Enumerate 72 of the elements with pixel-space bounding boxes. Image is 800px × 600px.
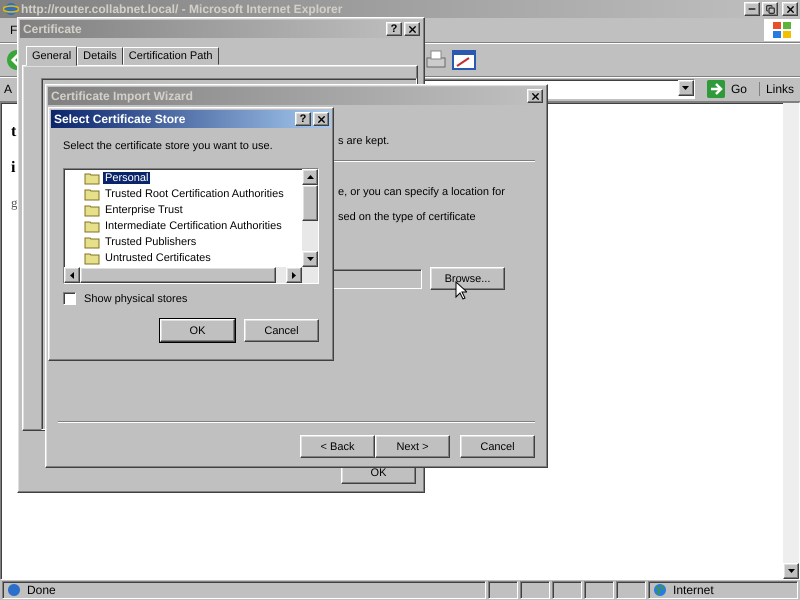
scroll-thumb[interactable] [80, 267, 276, 283]
cursor-icon [455, 281, 467, 300]
browser-logo-icon [3, 1, 19, 17]
links-label[interactable]: Links [758, 82, 800, 96]
scroll-down-icon [788, 569, 794, 573]
windows-logo-icon [764, 19, 800, 41]
close-button[interactable] [782, 2, 798, 16]
tree-item[interactable]: Trusted Publishers [84, 234, 302, 250]
dialog-title: Certificate [23, 22, 83, 36]
arrow-icon [706, 80, 725, 98]
globe-icon [653, 583, 667, 597]
tab[interactable]: Details [77, 47, 123, 65]
dialog-title: Select Certificate Store [54, 112, 186, 126]
window-title: http://router.collabnet.local/ - Microsoft Internet Explorer [21, 2, 344, 16]
next-button[interactable]: Next > [375, 435, 450, 458]
page-text: t [11, 123, 16, 141]
page-icon [7, 583, 21, 597]
help-button[interactable]: ? [295, 112, 311, 126]
browse-button[interactable]: Browse... [430, 267, 505, 290]
cancel-button[interactable]: Cancel [460, 435, 535, 458]
prompt-text: Select the certificate store you want to use. [63, 140, 274, 152]
folder-icon [84, 188, 100, 200]
scroll-down-button[interactable] [302, 251, 318, 267]
close-button[interactable] [527, 89, 543, 103]
close-icon [784, 4, 796, 14]
close-icon [406, 24, 418, 34]
page-link[interactable]: g [11, 195, 18, 211]
ok-button[interactable]: OK [160, 319, 235, 342]
page-text: i [11, 159, 16, 177]
wizard-text: s are kept. [338, 135, 390, 147]
right-arrow-icon [292, 272, 296, 278]
restore-icon [766, 4, 774, 14]
tree-item[interactable]: Untrusted Certificates [84, 250, 302, 266]
restore-button[interactable] [762, 2, 778, 16]
wizard-text: sed on the type of certificate [338, 211, 477, 223]
menu-item[interactable]: F [10, 23, 18, 37]
folder-icon [84, 172, 100, 184]
tree-item[interactable]: Intermediate Certification Authorities [84, 218, 302, 234]
close-icon [530, 90, 540, 102]
cancel-button[interactable]: Cancel [244, 319, 319, 342]
up-arrow-icon [306, 175, 314, 179]
zone-text: Internet [673, 583, 714, 597]
checkbox-label[interactable]: Show physical stores [84, 292, 188, 304]
tab[interactable]: Certification Path [122, 47, 219, 65]
tree-item[interactable]: Personal [84, 170, 302, 186]
left-arrow-icon [70, 272, 74, 278]
down-arrow-icon [306, 257, 314, 261]
folder-icon [84, 204, 100, 216]
dialog-title: Certificate Import Wizard [51, 89, 194, 103]
back-button[interactable]: < Back [300, 435, 375, 458]
address-label: A [4, 82, 12, 96]
tree-item[interactable]: Enterprise Trust [84, 202, 302, 218]
folder-icon [84, 236, 100, 248]
edit-icon[interactable] [452, 50, 476, 70]
scroll-thumb[interactable] [302, 185, 318, 221]
folder-icon [84, 252, 100, 264]
close-button[interactable] [404, 22, 420, 36]
close-icon [316, 114, 326, 124]
tab[interactable]: General [26, 46, 78, 66]
scroll-up-button[interactable] [302, 169, 318, 185]
minimize-button[interactable] [744, 2, 760, 16]
wizard-text: e, or you can specify a location for [338, 186, 506, 198]
scroll-left-button[interactable] [64, 267, 80, 283]
dropdown-arrow-icon [682, 86, 690, 90]
checkbox[interactable] [63, 292, 76, 305]
folder-icon [84, 220, 100, 232]
status-text: Done [27, 583, 56, 597]
help-button[interactable]: ? [386, 22, 402, 36]
close-button[interactable] [313, 112, 329, 126]
scroll-right-button[interactable] [286, 267, 302, 283]
tree-item[interactable]: Trusted Root Certification Authorities [84, 186, 302, 202]
file-path-field[interactable] [332, 268, 422, 288]
